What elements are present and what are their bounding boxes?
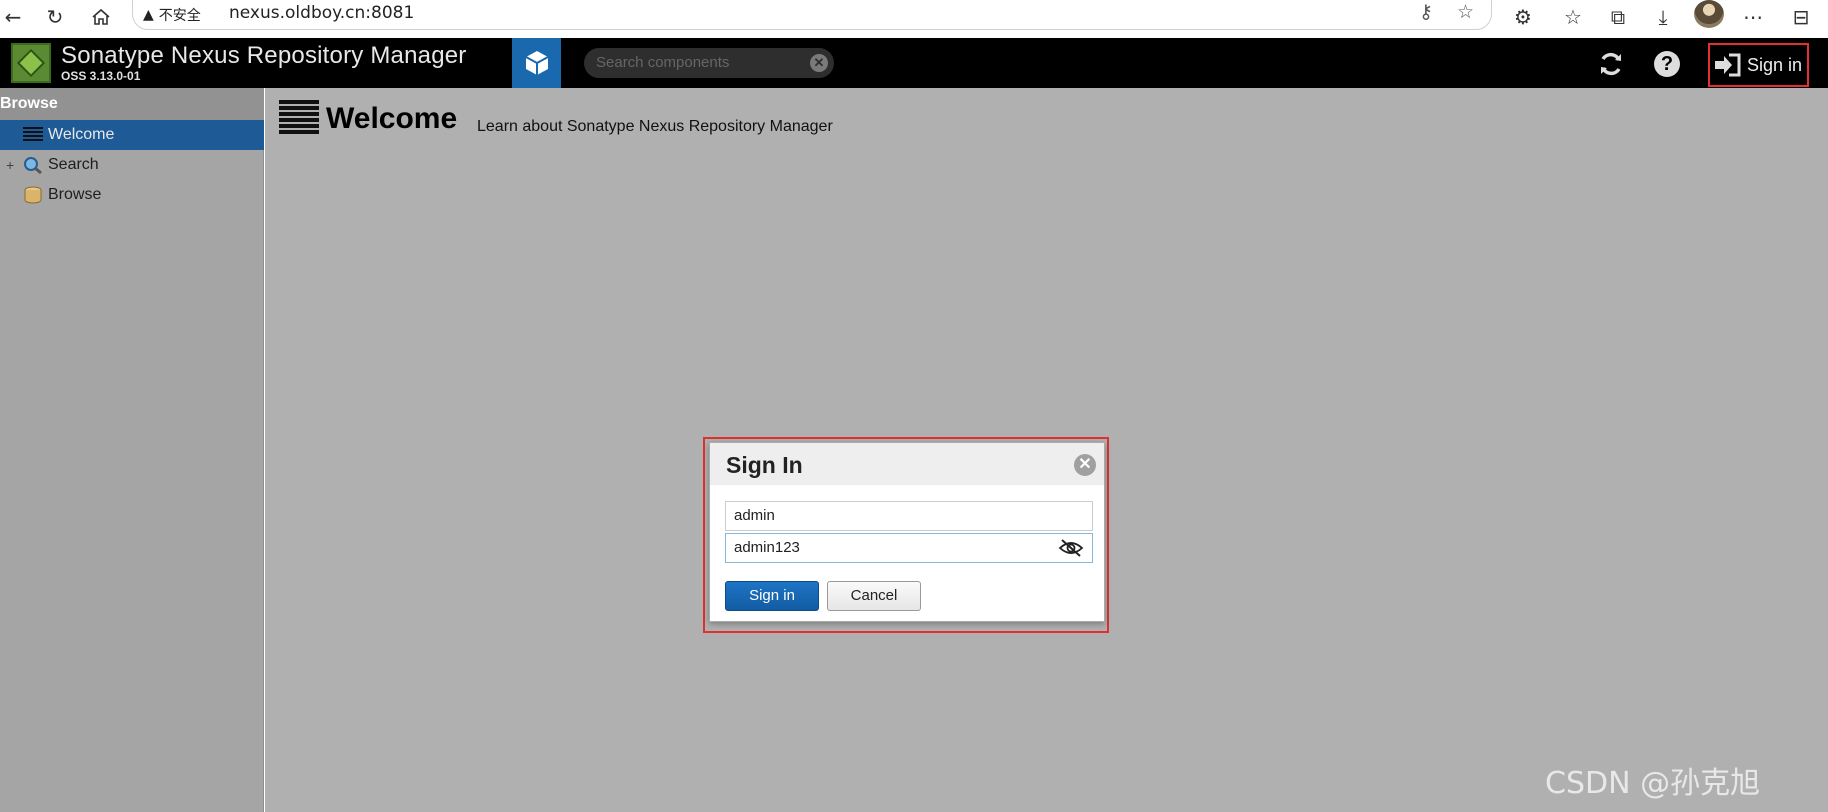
sidebar-item-label: Browse [48, 186, 102, 203]
sidebar-heading: Browse [0, 88, 264, 120]
key-icon[interactable]: ⚷ [1419, 1, 1433, 23]
address-bar[interactable]: ▲ 不安全 nexus.oldboy.cn:8081 ⚷ ☆ [132, 0, 1492, 30]
warning-icon: ▲ [143, 7, 154, 23]
header-signin-label: Sign in [1746, 54, 1803, 75]
hide-password-icon[interactable] [1058, 538, 1084, 558]
sidebar-item-welcome[interactable]: Welcome [0, 120, 264, 150]
refresh-icon[interactable] [1595, 48, 1627, 80]
profile-avatar[interactable] [1694, 0, 1724, 28]
signin-icon [1714, 53, 1741, 77]
more-options-icon[interactable]: ⋯ [1740, 4, 1766, 30]
header-signin-button[interactable]: Sign in [1708, 43, 1809, 87]
sidebar: Browse Welcome + Search Browse [0, 88, 264, 812]
sidebar-item-label: Search [48, 156, 99, 173]
clear-search-icon[interactable]: ✕ [810, 54, 828, 72]
favorites-list-icon[interactable]: ☆ [1560, 4, 1586, 30]
search-icon [24, 157, 42, 174]
cube-icon [525, 51, 548, 75]
home-icon[interactable] [88, 4, 114, 30]
extensions-icon[interactable]: ⚙ [1510, 4, 1536, 30]
collections-icon[interactable]: ⧉ [1605, 4, 1631, 30]
back-arrow-icon[interactable]: ← [0, 4, 26, 30]
sidebar-item-search[interactable]: + Search [0, 150, 264, 180]
security-indicator[interactable]: ▲ 不安全 [143, 5, 201, 25]
cancel-button[interactable]: Cancel [827, 581, 921, 611]
app-header: Sonatype Nexus Repository Manager OSS 3.… [0, 38, 1828, 88]
download-icon[interactable]: ⤓ [1650, 4, 1676, 30]
password-value: admin123 [734, 539, 800, 556]
browse-mode-button[interactable] [512, 38, 561, 88]
app-version: OSS 3.13.0-01 [61, 69, 141, 83]
sidebar-item-browse[interactable]: Browse [0, 180, 264, 210]
search-placeholder: Search components [596, 54, 730, 71]
reload-icon[interactable]: ↻ [42, 4, 68, 30]
sidebar-toggle-icon[interactable]: ⊟ [1788, 4, 1814, 30]
browser-toolbar: ← ↻ ▲ 不安全 nexus.oldboy.cn:8081 ⚷ ☆ ⚙ ☆ ⧉… [0, 0, 1828, 38]
page-title: Welcome [326, 102, 458, 135]
help-icon[interactable]: ? [1651, 48, 1683, 80]
nexus-logo-icon [11, 43, 51, 83]
signin-dialog: Sign In ✕ admin admin123 Sign in Cancel [709, 442, 1105, 622]
database-icon [24, 186, 42, 204]
close-icon[interactable]: ✕ [1074, 454, 1096, 476]
expand-icon[interactable]: + [6, 150, 14, 180]
app-title: Sonatype Nexus Repository Manager [61, 42, 467, 69]
signin-submit-button[interactable]: Sign in [725, 581, 819, 611]
home-icon-svg [92, 8, 110, 25]
username-field[interactable]: admin [725, 501, 1093, 531]
refresh-icon-svg [1601, 52, 1621, 76]
url-text[interactable]: nexus.oldboy.cn:8081 [229, 3, 414, 23]
favorite-star-icon[interactable]: ☆ [1457, 1, 1474, 23]
sidebar-item-label: Welcome [48, 126, 115, 143]
dialog-header: Sign In ✕ [710, 443, 1104, 485]
dialog-title: Sign In [726, 452, 803, 478]
password-field[interactable]: admin123 [725, 533, 1093, 563]
page-subtitle: Learn about Sonatype Nexus Repository Ma… [477, 118, 833, 135]
welcome-icon [279, 100, 319, 138]
watermark: CSDN @孙克旭 [1545, 766, 1761, 801]
search-input[interactable]: Search components ✕ [584, 48, 834, 78]
welcome-icon [23, 127, 43, 141]
security-label: 不安全 [158, 8, 201, 24]
